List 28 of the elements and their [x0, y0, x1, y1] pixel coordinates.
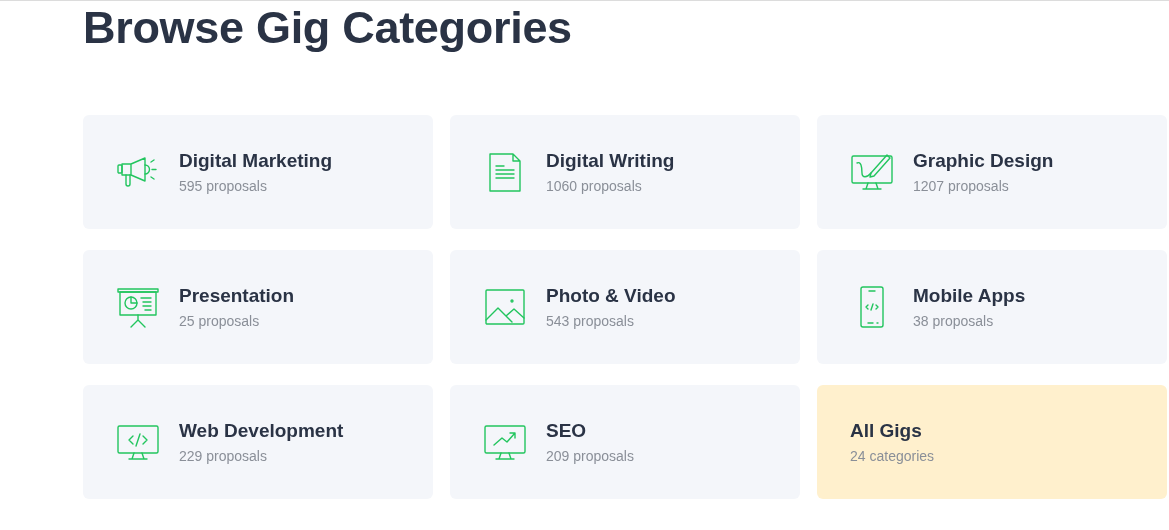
category-card[interactable]: Photo & Video 543 proposals [450, 250, 800, 364]
category-title[interactable]: Presentation [179, 285, 295, 307]
category-card[interactable]: Digital Marketing 595 proposals [83, 115, 433, 229]
category-title[interactable]: All Gigs [850, 420, 935, 442]
category-count: 25 proposals [179, 313, 261, 329]
category-count: 1207 proposals [913, 178, 1010, 194]
category-count: 229 proposals [179, 448, 268, 464]
category-title[interactable]: SEO [546, 420, 634, 442]
category-card[interactable]: Web Development 229 proposals [83, 385, 433, 499]
category-card[interactable]: SEO 209 proposals [450, 385, 800, 499]
category-card[interactable]: All Gigs 24 categories [817, 385, 1167, 499]
category-count: 38 proposals [913, 313, 995, 329]
category-title[interactable]: Digital Writing [546, 150, 675, 172]
category-card[interactable]: Mobile Apps 38 proposals [817, 250, 1167, 364]
category-title[interactable]: Web Development [179, 420, 344, 442]
category-title[interactable]: Mobile Apps [913, 285, 1026, 307]
category-count: 209 proposals [546, 448, 634, 464]
category-card[interactable]: Digital Writing 1060 proposals [450, 115, 800, 229]
category-title[interactable]: Digital Marketing [179, 150, 333, 172]
page-heading: Browse Gig Categories [83, 1, 573, 55]
category-card[interactable]: Presentation 25 proposals [83, 250, 433, 364]
category-title[interactable]: Graphic Design [913, 150, 1054, 172]
category-count: 1060 proposals [546, 178, 643, 194]
category-count: 595 proposals [179, 178, 268, 194]
category-card[interactable]: Graphic Design 1207 proposals [817, 115, 1167, 229]
category-title[interactable]: Photo & Video [546, 285, 676, 307]
category-count: 24 categories [850, 448, 935, 464]
category-count: 543 proposals [546, 313, 635, 329]
